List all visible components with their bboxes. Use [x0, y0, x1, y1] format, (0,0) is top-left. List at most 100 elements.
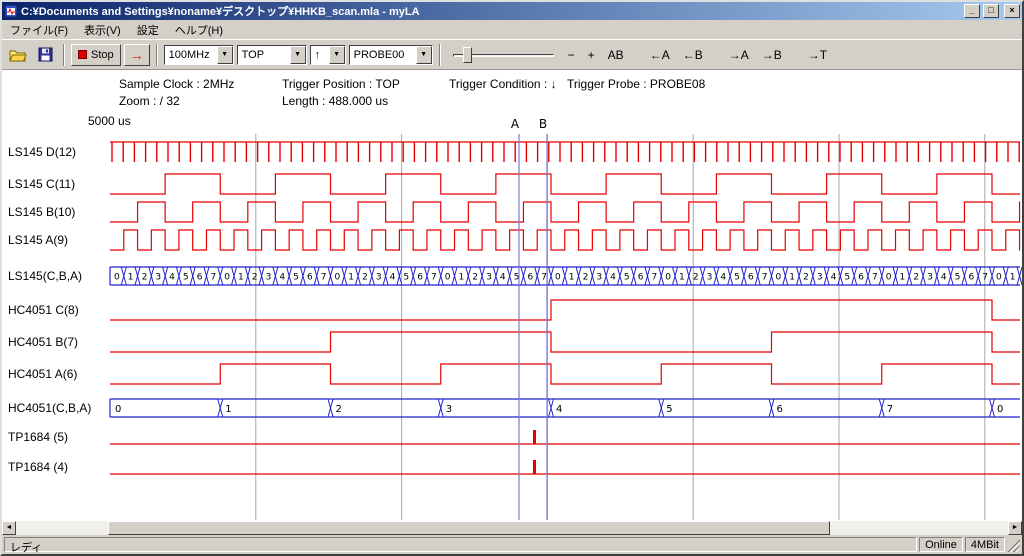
bus-value: 1 [900, 273, 906, 283]
bus-value: 2 [913, 273, 919, 283]
sample-clock-value: 100MHz [165, 49, 217, 61]
chevron-down-icon[interactable]: ▼ [416, 46, 432, 64]
bus-value: 2 [583, 273, 589, 283]
bus-value: 7 [431, 273, 437, 283]
menu-item-1[interactable]: 表示(V) [76, 20, 129, 40]
bus-value: 0 [665, 273, 671, 283]
main-view: Sample Clock : 2MHz Trigger Position : T… [2, 70, 1022, 521]
bus-value: 3 [927, 273, 933, 283]
probe-value: PROBE00 [350, 49, 416, 61]
bus-value: 2 [693, 273, 699, 283]
bus-value: 7 [872, 273, 878, 283]
bus-value: 2 [252, 273, 258, 283]
zoom-in-button[interactable]: + [583, 47, 600, 63]
pulse-mark [533, 430, 536, 444]
ab-span-button[interactable]: AB [603, 47, 629, 63]
trigger-edge-select[interactable]: ↑ ▼ [310, 45, 346, 65]
bus-value: 4 [720, 273, 726, 283]
zoom-out-button[interactable]: − [563, 47, 580, 63]
square-wave [110, 332, 1020, 352]
trigger-edge-value: ↑ [311, 49, 329, 61]
zoom-slider[interactable] [451, 44, 556, 66]
bus-value: 4 [556, 404, 562, 415]
trigger-position-value: TOP [238, 49, 290, 61]
menu-item-3[interactable]: ヘルプ(H) [167, 20, 231, 40]
app-icon [4, 4, 18, 18]
bus-value: 7 [887, 404, 893, 415]
minimize-button[interactable]: _ [964, 4, 980, 18]
stop-icon [78, 50, 87, 59]
goto-trigger-button[interactable]: →T [803, 47, 832, 63]
status-memory: 4MBit [965, 537, 1005, 552]
resize-grip[interactable] [1007, 537, 1020, 552]
bus-value: 6 [197, 273, 203, 283]
goto-marker-a-right-button[interactable]: →A [724, 47, 754, 63]
bus-value: 0 [996, 273, 1002, 283]
chevron-down-icon[interactable]: ▼ [217, 46, 233, 64]
square-wave [110, 364, 1020, 384]
bus-value: 3 [817, 273, 823, 283]
toolbar-separator [156, 44, 158, 66]
bus-value: 5 [666, 404, 672, 415]
bus-value: 1 [238, 273, 244, 283]
bus-value: 0 [335, 273, 341, 283]
bus-value: 5 [293, 273, 299, 283]
zoom-slider-thumb[interactable] [463, 47, 472, 63]
bus-value: 0 [114, 273, 120, 283]
sample-clock-select[interactable]: 100MHz ▼ [164, 45, 234, 65]
bus-value: 0 [886, 273, 892, 283]
bus-value: 2 [336, 404, 342, 415]
maximize-button[interactable]: □ [983, 4, 999, 18]
bus-value: 4 [610, 273, 616, 283]
scroll-left-arrow-icon[interactable]: ◄ [2, 521, 16, 535]
bus-value: 6 [777, 404, 783, 415]
bus-value: 0 [115, 404, 121, 415]
toolbar-separator [439, 44, 441, 66]
bus-value: 6 [417, 273, 423, 283]
bus-value: 2 [803, 273, 809, 283]
toolbar-separator [63, 44, 65, 66]
goto-marker-b-left-button[interactable]: ←B [678, 47, 708, 63]
bus-value: 1 [569, 273, 575, 283]
close-button[interactable]: × [1004, 4, 1020, 18]
run-button[interactable]: → [124, 44, 150, 66]
goto-marker-a-left-button[interactable]: ←A [645, 47, 675, 63]
marker-label: A [511, 117, 520, 131]
bus-value: 6 [307, 273, 313, 283]
horizontal-scrollbar[interactable]: ◄ ► [2, 521, 1022, 535]
bus-value: 3 [376, 273, 382, 283]
probe-select[interactable]: PROBE00 ▼ [349, 45, 433, 65]
waveform-area[interactable]: 0123456701234567012345670123456701234567… [2, 70, 1022, 521]
bus-value: 1 [128, 273, 134, 283]
bus-value: 1 [348, 273, 354, 283]
bus-value: 0 [776, 273, 782, 283]
menu-item-0[interactable]: ファイル(F) [2, 20, 76, 40]
bus-value: 3 [266, 273, 272, 283]
scrollbar-thumb[interactable] [108, 521, 830, 535]
bus-value: 4 [941, 273, 947, 283]
scroll-right-arrow-icon[interactable]: ► [1008, 521, 1022, 535]
chevron-down-icon[interactable]: ▼ [290, 46, 306, 64]
stop-label: Stop [91, 49, 114, 61]
bus-value: 4 [279, 273, 285, 283]
bus-value: 1 [225, 404, 231, 415]
run-arrow-icon: → [130, 48, 144, 62]
toolbar: Stop → 100MHz ▼ TOP ▼ ↑ ▼ PROBE00 ▼ − + … [2, 39, 1022, 70]
menu-item-2[interactable]: 設定 [129, 20, 167, 40]
stop-button[interactable]: Stop [71, 44, 121, 66]
bus-value: 4 [390, 273, 396, 283]
bus-value: 4 [500, 273, 506, 283]
bus-value: 3 [446, 404, 452, 415]
bus-value: 3 [707, 273, 713, 283]
bus-value: 6 [527, 273, 533, 283]
goto-marker-b-right-button[interactable]: →B [757, 47, 787, 63]
bus-value: 5 [955, 273, 961, 283]
open-file-button[interactable] [6, 44, 30, 66]
trigger-position-select[interactable]: TOP ▼ [237, 45, 307, 65]
chevron-down-icon[interactable]: ▼ [329, 46, 345, 64]
bus-value: 6 [638, 273, 644, 283]
scrollbar-track[interactable] [16, 521, 1008, 535]
bus-value: 2 [362, 273, 368, 283]
save-file-button[interactable] [33, 44, 57, 66]
bus-value: 1 [459, 273, 465, 283]
